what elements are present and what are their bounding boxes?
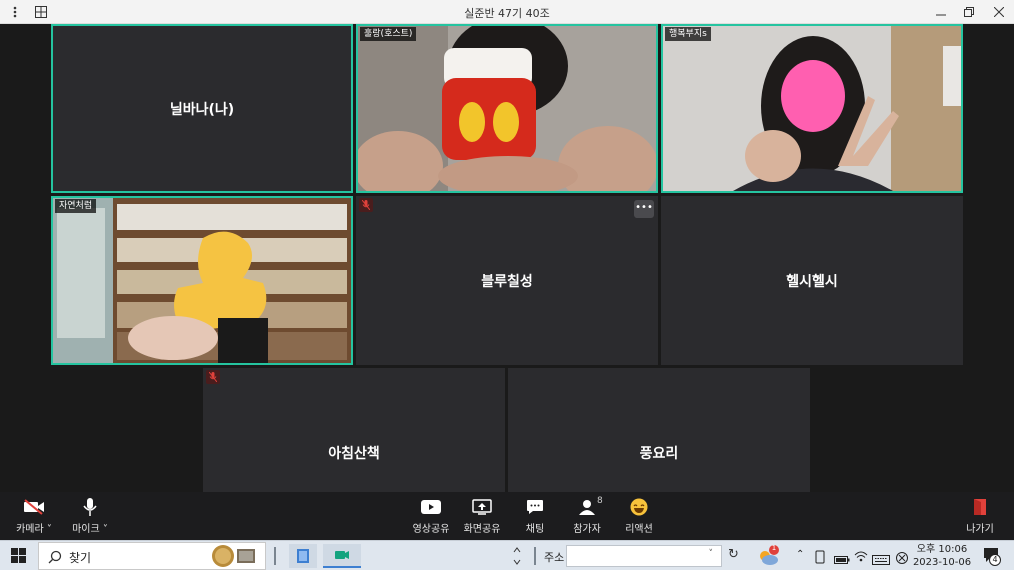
camera-off-icon xyxy=(4,496,64,518)
refresh-icon[interactable]: ↻ xyxy=(728,547,739,562)
participant-name-tag: 자연처럼 xyxy=(55,199,97,213)
chevron-down-icon[interactable]: ˅ xyxy=(103,524,108,535)
title-bar: 실준반 47기 40조 xyxy=(0,0,1014,24)
participant-name: 아침산책 xyxy=(328,446,380,462)
video-tile-participant[interactable]: 자연처럼 xyxy=(51,196,353,365)
search-placeholder: 찾기 xyxy=(69,551,92,565)
reaction-label: 리액션 xyxy=(625,524,653,535)
video-tile-participant[interactable]: 아침산책 xyxy=(203,368,505,492)
restore-icon[interactable] xyxy=(960,3,978,21)
video-tile-self[interactable]: 닐바나(나) xyxy=(51,24,353,193)
share-screen-label: 화면공유 xyxy=(463,524,501,535)
weather-icon[interactable]: 1 xyxy=(756,544,780,570)
taskbar-app-meeting[interactable] xyxy=(323,544,361,568)
video-tile-participant[interactable]: 풍요리 xyxy=(508,368,810,492)
search-icon xyxy=(48,549,62,568)
minimize-icon[interactable] xyxy=(932,3,950,21)
weather-badge: 1 xyxy=(771,544,777,552)
mic-muted-icon xyxy=(206,370,220,384)
share-screen-button[interactable]: 화면공유 xyxy=(452,496,512,535)
tray-device-icon[interactable] xyxy=(814,549,826,568)
tray-chevron-up-icon[interactable]: ⌃ xyxy=(796,549,804,560)
participants-button[interactable]: 8 참가자 xyxy=(557,496,617,535)
chat-label: 채팅 xyxy=(525,524,545,535)
exit-door-icon xyxy=(950,496,1010,518)
microphone-icon xyxy=(60,496,120,518)
address-input[interactable]: ˅ xyxy=(566,545,722,567)
chat-button[interactable]: 채팅 xyxy=(505,496,565,535)
address-toolbar-label: 주소 xyxy=(544,551,565,564)
host-video-feed xyxy=(358,26,656,191)
taskbar-divider xyxy=(274,547,276,565)
taskbar-search[interactable]: 찾기 xyxy=(38,542,266,570)
video-tile-participant[interactable]: 행복부지s xyxy=(661,24,963,193)
video-tile-host[interactable]: 훌랑(호스트) xyxy=(356,24,658,193)
reaction-button[interactable]: 리액션 xyxy=(609,496,669,535)
camera-label: 카메라 xyxy=(16,524,44,535)
chevron-down-icon[interactable]: ˅ xyxy=(47,524,52,535)
taskbar-app-explorer[interactable] xyxy=(289,544,317,568)
chat-bubble-icon xyxy=(505,496,565,518)
clock-time: 오후 10:06 xyxy=(916,544,968,555)
mic-muted-icon xyxy=(359,198,373,212)
windows-start-icon[interactable] xyxy=(11,548,26,567)
mute-volume-icon[interactable] xyxy=(896,549,908,568)
toolbar-grip xyxy=(534,547,536,565)
keyboard-icon[interactable] xyxy=(872,550,890,569)
video-stage: 닐바나(나) 훌랑(호스트) 행복부지s 자연처럼 ••• 블루칠성 헬시헬시 … xyxy=(0,24,1014,492)
mic-button[interactable]: 마이크 ˅ xyxy=(60,496,120,535)
more-options-button[interactable]: ••• xyxy=(634,200,654,218)
app-icon xyxy=(297,549,309,563)
os-taskbar: 찾기 주소 ˅ ↻ 1 ⌃ 오후 10:06 2023-10-06 4 xyxy=(0,540,1014,570)
mic-label: 마이크 xyxy=(72,524,100,535)
chevron-down-icon[interactable]: ˅ xyxy=(709,549,714,559)
notification-center-icon[interactable]: 4 xyxy=(982,546,1002,570)
wifi-icon[interactable] xyxy=(854,548,868,567)
meeting-toolbar: 카메라 ˅ 마이크 ˅ 영상공유 화면공유 채팅 8 참가자 리액션 나가기 xyxy=(0,492,1014,540)
leave-label: 나가기 xyxy=(966,524,994,535)
medal-icon xyxy=(207,543,261,570)
participants-count: 8 xyxy=(597,496,603,506)
participants-label: 참가자 xyxy=(573,524,601,535)
participant-name-tag: 행복부지s xyxy=(665,27,711,41)
window-title: 실준반 47기 40조 xyxy=(464,7,550,20)
scroll-arrows[interactable] xyxy=(512,543,522,570)
video-camera-icon xyxy=(335,551,349,559)
participant-name: 닐바나(나) xyxy=(169,101,235,118)
battery-icon[interactable] xyxy=(834,550,850,569)
clock-date: 2023-10-06 xyxy=(912,557,972,568)
camera-button[interactable]: 카메라 ˅ xyxy=(4,496,64,535)
participant-name-tag: 훌랑(호스트) xyxy=(360,27,417,41)
participant-video-feed xyxy=(663,26,961,191)
notification-count: 4 xyxy=(989,554,1001,566)
participant-name: 블루칠성 xyxy=(481,273,533,290)
participant-name: 헬시헬시 xyxy=(786,273,838,290)
close-icon[interactable] xyxy=(990,3,1008,21)
leave-button[interactable]: 나가기 xyxy=(950,496,1010,535)
video-tile-participant[interactable]: ••• 블루칠성 xyxy=(356,196,658,365)
video-tile-participant[interactable]: 헬시헬시 xyxy=(661,196,963,365)
system-clock[interactable]: 오후 10:06 2023-10-06 xyxy=(912,543,972,569)
participant-name: 풍요리 xyxy=(639,446,679,462)
participant-video-feed xyxy=(53,198,351,363)
person-icon: 8 xyxy=(557,496,617,518)
emoji-icon xyxy=(609,496,669,518)
screen-share-icon xyxy=(452,496,512,518)
